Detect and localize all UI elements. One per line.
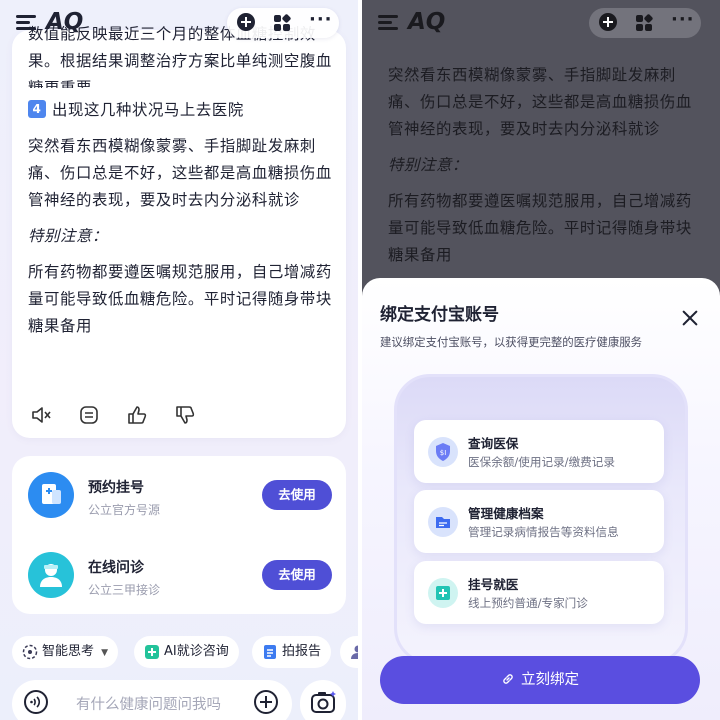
note-body: 所有药物都要遵医嘱规范服用，自己增减药量可能导致低血糖危险。平时记得随身带块糖果… — [28, 263, 332, 335]
bind-now-label: 立刻绑定 — [521, 672, 579, 688]
feature-title: 查询医保 — [468, 436, 519, 451]
camera-icon — [311, 691, 336, 713]
link-icon — [503, 674, 513, 684]
message-text: 数值能反映最近三个月的整体血糖控制效果。根据结果调整治疗方案比单纯测空腹血糖更重… — [28, 25, 336, 349]
bind-account-screen: AQ ··· 突然看东西模糊像蒙雾、手指脚趾发麻刺痛、伤口总是不好，这些都是高血… — [362, 0, 720, 720]
feature-subtitle: 医保余额/使用记录/缴费记录 — [468, 455, 615, 469]
apps-grid-icon — [635, 13, 655, 33]
service-subtitle: 公立官方号源 — [88, 503, 161, 517]
top-bar-dimmed: AQ ··· — [362, 0, 720, 46]
dimmed-message-text: 突然看东西模糊像蒙雾、手指脚趾发麻刺痛、伤口总是不好，这些都是高血糖损伤血管神经… — [388, 62, 698, 278]
thumbs-up-icon[interactable] — [126, 404, 148, 426]
sheet-subtitle: 建议绑定支付宝账号，以获得更完整的医疗健康服务 — [380, 335, 642, 349]
feature-title: 管理健康档案 — [468, 506, 544, 521]
camera-button[interactable] — [300, 680, 346, 720]
section-body: 突然看东西模糊像蒙雾、手指脚趾发麻刺痛、伤口总是不好，这些都是高血糖损伤血管神经… — [388, 66, 692, 138]
feature-card-health-records: 管理健康档案 管理记录病情报告等资料信息 — [414, 490, 664, 553]
top-actions: ··· — [227, 8, 339, 38]
note-title: 特别注意： — [28, 227, 108, 245]
service-row-appointment[interactable]: 预约挂号 公立官方号源 去使用 — [12, 464, 346, 526]
chat-screen: 数值能反映最近三个月的整体血糖控制效果。根据结果调整治疗方案比单纯测空腹血糖更重… — [0, 0, 358, 720]
message-actions — [30, 404, 230, 426]
app-title: AQ — [408, 9, 446, 35]
add-appointment-icon — [428, 578, 458, 608]
service-title: 预约挂号 — [88, 480, 144, 496]
use-button-appointment[interactable]: 去使用 — [262, 480, 332, 510]
service-subtitle: 公立三甲接诊 — [88, 583, 161, 597]
chip-label: 拍报告 — [282, 644, 322, 659]
use-button-consult[interactable]: 去使用 — [262, 560, 332, 590]
assistant-message-card: 数值能反映最近三个月的整体血糖控制效果。根据结果调整治疗方案比单纯测空腹血糖更重… — [12, 25, 346, 438]
think-icon — [22, 644, 38, 660]
menu-icon — [378, 15, 398, 31]
folder-icon — [428, 507, 458, 537]
service-title: 在线问诊 — [88, 560, 144, 576]
number-badge: 4 — [28, 100, 46, 118]
chat-input-bar: 有什么健康问题问我吗 — [12, 680, 292, 720]
note-title: 特别注意： — [388, 156, 468, 174]
new-chat-icon[interactable] — [237, 13, 257, 33]
bind-now-button[interactable]: 立刻绑定 — [380, 656, 700, 704]
chip-ai-consult[interactable]: AI就诊咨询 — [134, 636, 239, 668]
more-icon[interactable]: ··· — [309, 11, 332, 33]
top-bar: AQ ··· — [0, 0, 358, 46]
chip-smart-thinking[interactable]: 智能思考 ▼ — [12, 636, 119, 668]
app-title: AQ — [46, 9, 84, 35]
chip-label: 智能思考 — [42, 644, 95, 659]
top-actions: ··· — [589, 8, 701, 38]
doctor-icon — [28, 552, 74, 598]
feature-card-appointment: 挂号就医 线上预约普通/专家门诊 — [414, 561, 664, 624]
apps-grid-icon[interactable] — [273, 13, 293, 33]
bind-alipay-sheet: 绑定支付宝账号 建议绑定支付宝账号，以获得更完整的医疗健康服务 $I 查询医保 … — [362, 278, 720, 720]
note-body: 所有药物都要遵医嘱规范服用，自己增减药量可能导致低血糖危险。平时记得随身带块糖果… — [388, 192, 692, 264]
feature-title: 挂号就医 — [468, 577, 519, 592]
menu-icon[interactable] — [16, 15, 36, 31]
service-row-consult[interactable]: 在线问诊 公立三甲接诊 去使用 — [12, 544, 346, 606]
section-heading: 4 出现这几种状况马上去医院 — [28, 97, 336, 124]
chevron-down-icon: ▼ — [101, 648, 109, 658]
service-card: 预约挂号 公立官方号源 去使用 在线问诊 公立三甲接诊 去使用 — [12, 456, 346, 614]
thumbs-down-icon[interactable] — [174, 404, 196, 426]
feature-subtitle: 线上预约普通/专家门诊 — [468, 596, 588, 610]
copy-icon[interactable] — [78, 404, 100, 426]
add-attachment-icon[interactable] — [254, 690, 278, 714]
speaker-mute-icon[interactable] — [30, 404, 52, 426]
sheet-title: 绑定支付宝账号 — [380, 305, 499, 325]
section-heading-text: 出现这几种状况马上去医院 — [52, 101, 244, 119]
svg-text:$I: $I — [440, 449, 447, 457]
insurance-icon: $I — [428, 437, 458, 467]
user-icon — [351, 645, 358, 659]
question-input[interactable]: 有什么健康问题问我吗 — [76, 693, 221, 714]
hospital-card-icon — [28, 472, 74, 518]
new-chat-icon — [599, 13, 619, 33]
ai-consult-icon — [145, 645, 159, 659]
more-icon: ··· — [671, 9, 695, 30]
report-icon — [264, 645, 276, 659]
voice-input-icon[interactable] — [24, 690, 48, 714]
feature-subtitle: 管理记录病情报告等资料信息 — [468, 525, 619, 539]
chip-photo-report[interactable]: 拍报告 — [252, 636, 332, 668]
chip-label: AI就诊咨询 — [164, 644, 229, 659]
chip-more[interactable] — [340, 636, 358, 668]
feature-card-insurance: $I 查询医保 医保余额/使用记录/缴费记录 — [414, 420, 664, 483]
close-icon[interactable] — [678, 306, 702, 330]
section-body: 突然看东西模糊像蒙雾、手指脚趾发麻刺痛、伤口总是不好，这些都是高血糖损伤血管神经… — [28, 137, 332, 209]
